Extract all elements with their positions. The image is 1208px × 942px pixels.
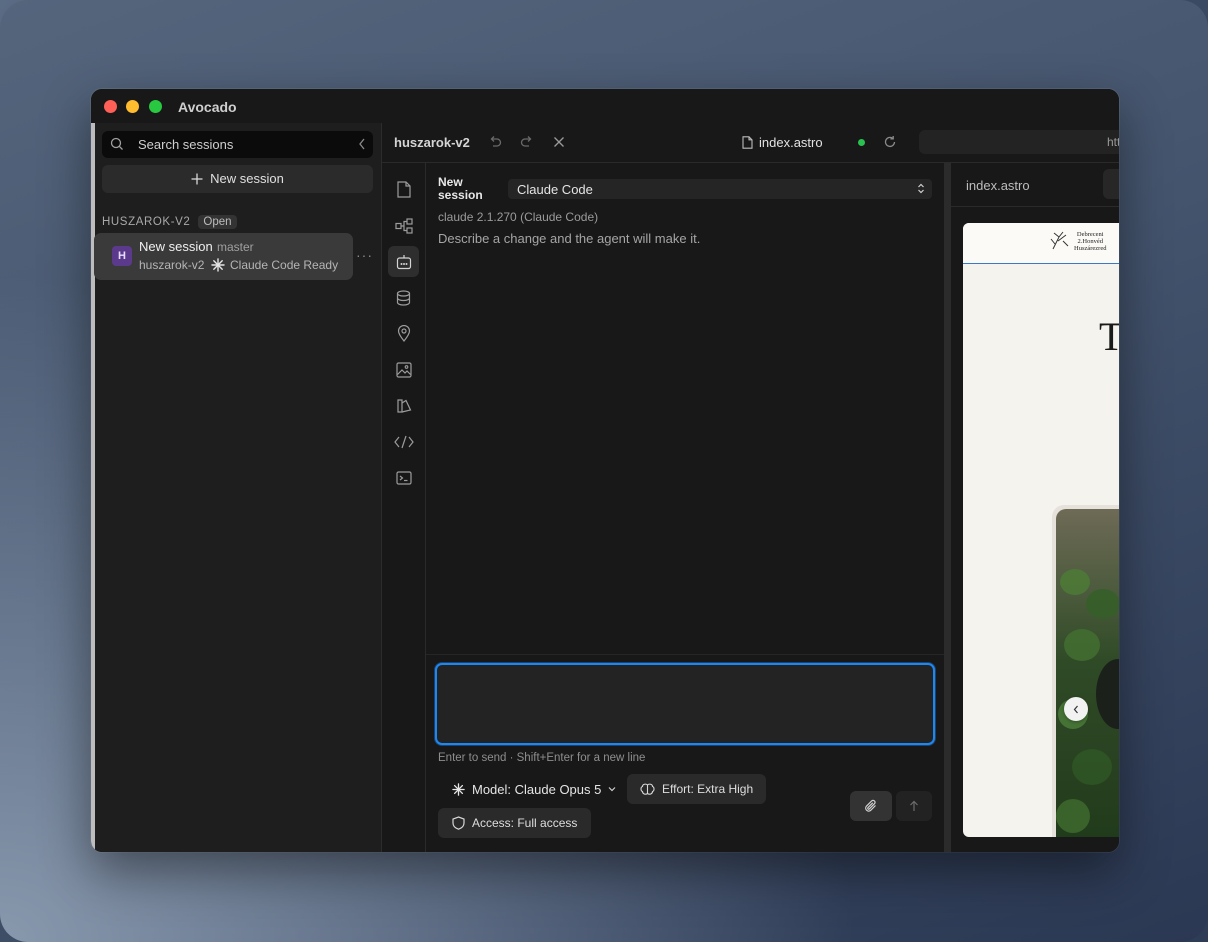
images-rail-button[interactable] [388,354,419,385]
project-name: huszarok-v2 [394,135,470,150]
project-group-header[interactable]: HUSZAROK-V2 Open [102,215,237,229]
new-session-label: New session [210,171,284,186]
zoom-window-button[interactable] [149,100,162,113]
collapse-sidebar-icon[interactable] [357,136,367,157]
sidebar-edge [91,123,95,852]
empty-state-hint: Describe a change and the agent will mak… [438,231,701,246]
session-avatar: H [112,246,132,266]
session-list-item[interactable]: H New session master huszarok-v2 Claude … [94,233,353,280]
site-preview-panel: index.astro Debreceni 2.Honvéd Huszárezr… [951,163,1119,852]
database-rail-button[interactable] [388,282,419,313]
paperclip-icon [865,799,876,812]
agent-select[interactable]: Claude Code [508,179,932,199]
new-session-button[interactable]: New session [102,165,373,193]
close-window-button[interactable] [104,100,117,113]
access-label: Access: Full access [472,816,578,830]
send-button[interactable] [896,791,932,821]
app-window: Avocado Search sessions New session HUSZ… [91,89,1119,852]
tool-rail [382,163,426,852]
file-icon [396,181,411,198]
plus-icon [191,173,203,184]
brain-icon [640,783,655,795]
effort-selector[interactable]: Effort: Extra High [627,774,767,804]
send-hint: Enter to send · Shift+Enter for a new li… [438,752,646,764]
app-title: Avocado [178,99,237,115]
file-tab-label: index.astro [759,135,823,150]
styles-rail-button[interactable] [388,390,419,421]
preview-tab-bar: index.astro [951,163,1119,207]
location-rail-button[interactable] [388,318,419,349]
search-sessions-input[interactable]: Search sessions [102,131,373,158]
redo-icon[interactable] [520,135,534,154]
workspace-header: huszarok-v2 index.astro http [382,123,1119,163]
sessions-sidebar: Search sessions New session HUSZAROK-V2 … [91,123,382,852]
claude-sparkle-icon [452,782,465,796]
session-branch: master [217,240,254,254]
hussar-emblem-icon [1050,231,1069,250]
session-more-button[interactable]: ··· [356,247,373,263]
preview-url-input[interactable]: http [919,130,1119,154]
file-tab[interactable]: index.astro [742,135,823,150]
preview-tab-label[interactable]: index.astro [966,178,1030,193]
preview-viewport: Debreceni 2.Honvéd Huszárezred T [963,223,1119,837]
carousel-prev-button[interactable] [1064,697,1088,721]
shield-icon [452,816,465,830]
database-icon [396,289,411,306]
terminal-rail-button[interactable] [388,462,419,493]
hero-image [1056,509,1119,837]
agent-icon [396,254,411,269]
refresh-icon[interactable] [883,135,897,154]
close-icon[interactable] [552,135,566,154]
terminal-icon [395,470,412,485]
model-selector[interactable]: Model: Claude Opus 5 [438,774,630,804]
session-status: Claude Code Ready [230,258,339,272]
model-label: Model: Claude Opus 5 [472,781,602,797]
preview-url-text: http [1106,135,1119,149]
session-title: New session [139,239,213,254]
chevron-left-icon [1073,705,1078,713]
site-logo[interactable]: Debreceni 2.Honvéd Huszárezred [1049,229,1106,253]
open-badge[interactable]: Open [198,215,237,229]
graph-icon [394,217,413,234]
image-icon [395,361,412,378]
undo-icon[interactable] [488,135,502,154]
files-rail-button[interactable] [388,174,419,205]
attach-button[interactable] [850,791,892,821]
composer-divider [426,654,944,655]
panel-splitter[interactable] [944,163,951,852]
select-chevron-icon [918,183,924,194]
search-placeholder: Search sessions [138,137,234,152]
project-group-name: HUSZAROK-V2 [102,216,191,228]
file-icon [742,136,753,149]
effort-label: Effort: Extra High [662,782,754,796]
agent-version: claude 2.1.270 (Claude Code) [438,210,599,224]
minimize-window-button[interactable] [126,100,139,113]
title-bar: Avocado [91,89,1119,123]
site-hero-heading: T [1099,314,1119,359]
preview-toolbar-button[interactable] [1103,169,1119,199]
agent-rail-button[interactable] [388,246,419,277]
code-icon [393,435,414,448]
server-status-dot [858,139,865,146]
site-header: Debreceni 2.Honvéd Huszárezred [963,223,1119,264]
location-icon [397,325,410,342]
access-selector[interactable]: Access: Full access [438,808,592,838]
claude-sparkle-icon [211,258,225,277]
message-composer[interactable] [435,663,935,745]
agent-chat-panel: New session Claude Code claude 2.1.270 (… [426,163,944,852]
graph-rail-button[interactable] [388,210,419,241]
session-project: huszarok-v2 [139,258,205,272]
agent-select-value: Claude Code [517,182,593,197]
arrow-up-icon [910,800,918,811]
code-rail-button[interactable] [388,426,419,457]
site-logo-line-2: 2.Honvéd [1077,237,1103,245]
search-icon [110,137,124,156]
session-name-label: New session [438,175,483,202]
chevron-down-icon [608,787,616,792]
site-logo-line-3: Huszárezred [1074,244,1107,252]
site-logo-line-1: Debreceni [1076,230,1104,238]
swatch-icon [396,398,411,413]
